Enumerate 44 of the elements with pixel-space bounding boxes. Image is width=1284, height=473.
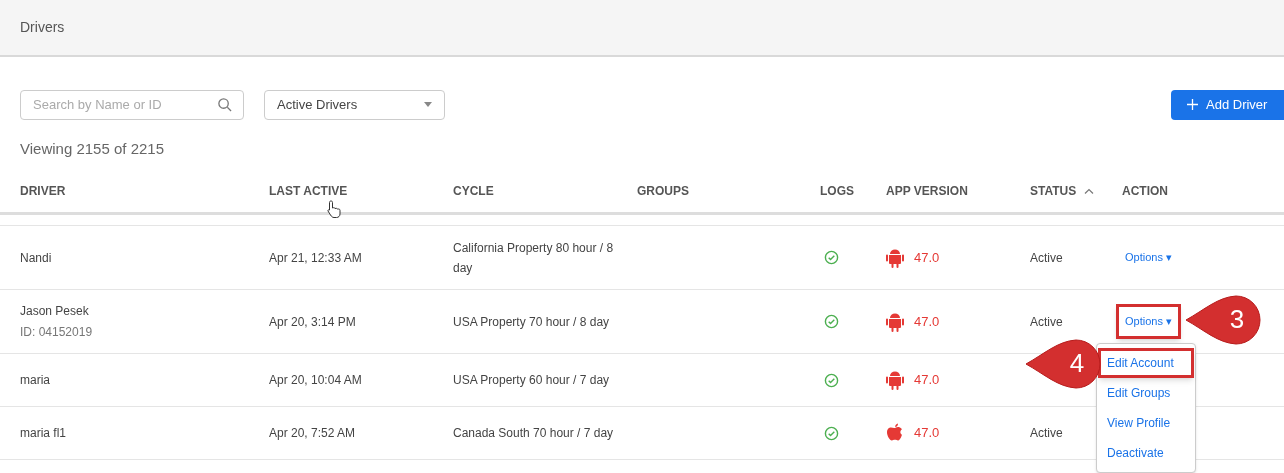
status-text: Active (1030, 250, 1063, 265)
options-link[interactable]: Options ▾ (1116, 240, 1181, 275)
column-header[interactable]: STATUS (1030, 181, 1077, 200)
app-version: 47.0 (914, 424, 940, 443)
record-count: Viewing 2155 of 2215 (20, 140, 164, 157)
cycle-text: Canada South 70 hour / 7 day (453, 426, 614, 440)
status-text: Active (1030, 426, 1063, 440)
caret-icon (424, 102, 432, 107)
status-text: Active (1030, 314, 1063, 329)
last-active-time: Apr 21, 12:33 AM (269, 250, 362, 265)
menu-item[interactable]: Edit Account (1098, 348, 1194, 378)
driver-name: Nandi (20, 249, 53, 267)
add-driver-button[interactable]: Add Driver (1171, 89, 1284, 120)
menu-item[interactable]: Deactivate (1098, 438, 1194, 468)
driver-filter-dropdown[interactable]: Active Drivers (264, 89, 445, 120)
app-version: 47.0 (914, 312, 940, 331)
callout-marker: 4 (1024, 338, 1104, 390)
cycle-text: USA Property 60 hour / 7 day (453, 373, 610, 387)
column-header[interactable]: CYCLE (453, 181, 494, 200)
column-header[interactable]: LAST ACTIVE (269, 181, 348, 200)
pointer-cursor-icon (327, 200, 341, 218)
last-active-time: Apr 20, 10:04 AM (269, 373, 362, 387)
plus-icon (1187, 99, 1198, 110)
app-version: 47.0 (914, 371, 940, 390)
column-header[interactable]: LOGS (820, 181, 854, 200)
callout-marker: 3 (1184, 294, 1264, 346)
app-version: 47.0 (914, 248, 940, 267)
column-header[interactable]: DRIVER (20, 181, 66, 200)
column-header[interactable]: GROUPS (637, 181, 689, 200)
driver-name: maria (20, 372, 51, 389)
driver-name: Jason Pesek (20, 303, 90, 320)
cycle-text: USA Property 70 hour / 8 day (453, 314, 610, 329)
last-active-time: Apr 20, 3:14 PM (269, 314, 356, 329)
last-active-time: Apr 20, 7:52 AM (269, 426, 356, 440)
cycle-text: California Property 80 hour / 8 day (453, 240, 614, 275)
menu-item[interactable]: View Profile (1098, 408, 1194, 438)
search-field[interactable]: Search by Name or ID (20, 89, 244, 120)
page-title: Drivers (20, 18, 65, 37)
options-link[interactable]: Options ▾ (1116, 304, 1181, 339)
column-header[interactable]: APP VERSION (886, 181, 968, 200)
driver-name: maria fl1 (20, 425, 67, 442)
search-icon (217, 96, 232, 112)
driver-id: ID: 04152019 (20, 324, 94, 341)
column-header[interactable]: ACTION (1122, 181, 1168, 200)
